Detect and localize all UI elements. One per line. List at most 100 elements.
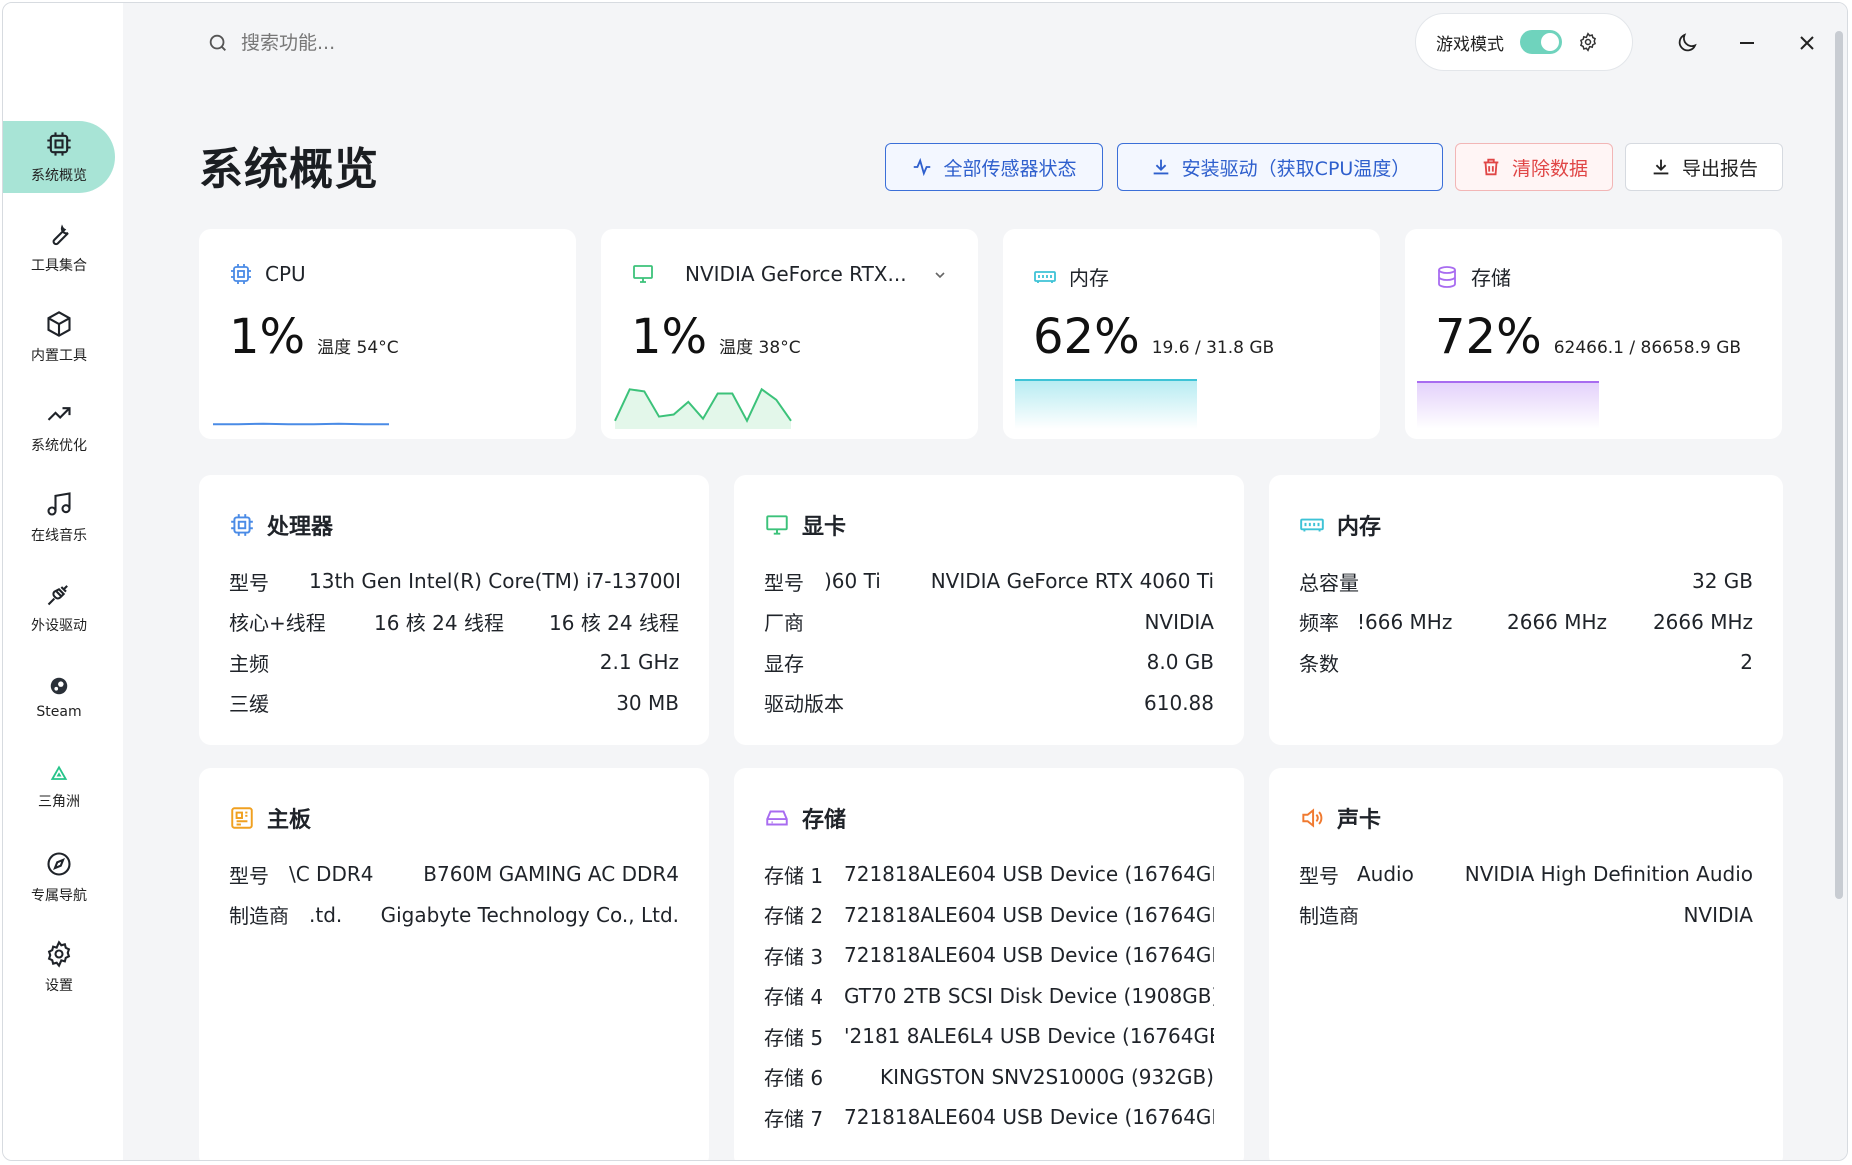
clear-data-button[interactable]: 清除数据 [1455, 143, 1613, 191]
gpu-stat-card: NVIDIA GeForce RTX... 1% 温度 38°C [601, 229, 978, 439]
info-row: 存储 3 721818ALE604 USB Device (16764GB) [764, 935, 1214, 976]
info-value: NVIDIA [1683, 902, 1753, 927]
info-value: )60 Ti [824, 569, 881, 594]
sidebar-item-builtin[interactable]: 内置工具 [3, 301, 115, 373]
download-icon [1653, 159, 1669, 175]
memory-stat-title: 内存 [1069, 266, 1109, 290]
game-mode-toggle[interactable] [1520, 30, 1562, 54]
sidebar-item-navigation[interactable]: 专属导航 [3, 841, 115, 913]
steam-icon [50, 677, 68, 694]
storage-usage-detail: 62466.1 / 86658.9 GB [1553, 338, 1742, 358]
sidebar-item-delta[interactable]: 三角洲 [3, 751, 115, 823]
trend-up-icon [47, 406, 71, 421]
info-value: KINGSTON SNV2S1000G (932GB) [880, 1064, 1214, 1089]
processor-card-title: 处理器 [267, 515, 334, 540]
close-button[interactable] [1787, 23, 1827, 63]
info-row: 主频 2.1 GHz [229, 642, 679, 683]
info-row: 存储 5 '2181 8ALE6L4 USB Device (16764GB) [764, 1016, 1214, 1057]
gpu-stat-title: NVIDIA GeForce RTX... [685, 262, 907, 286]
info-key: 存储 2 [764, 904, 824, 929]
compass-icon [47, 851, 71, 876]
sidebar-item-label: 在线音乐 [31, 527, 87, 544]
processor-card: 处理器 型号 13th Gen Intel(R) Core(TM) i7-1370… [199, 475, 709, 745]
motherboard-card-title: 主板 [267, 808, 312, 833]
top-bar: 游戏模式 [123, 3, 1847, 83]
database-icon [1438, 265, 1456, 288]
cpu-usage-sparkline [213, 422, 389, 426]
sidebar-item-steam[interactable]: Steam [3, 661, 115, 733]
theme-toggle-button[interactable] [1667, 23, 1707, 63]
info-row: 存储 6 KINGSTON SNV2S1000G (932GB) [764, 1057, 1214, 1098]
info-value: 721818ALE604 USB Device (16764GB) [844, 1105, 1214, 1130]
download-icon [1153, 159, 1169, 175]
memory-card-title: 内存 [1337, 515, 1382, 540]
ram-icon [1300, 518, 1324, 532]
info-key: 存储 1 [764, 863, 824, 888]
sidebar-item-label: 系统优化 [31, 437, 87, 454]
gpu-temperature: 温度 38°C [719, 338, 801, 358]
wrench-icon [52, 223, 69, 245]
gpu-select-chevron-down-icon[interactable] [932, 267, 948, 283]
minimize-button[interactable] [1727, 23, 1767, 63]
info-key: 型号 [1299, 863, 1339, 888]
monitor-icon [766, 515, 788, 535]
gpu-info-list: 型号)60 Ti NVIDIA GeForce RTX 4060 Ti 厂商 NVI… [764, 561, 1214, 723]
sidebar-item-settings[interactable]: 设置 [3, 931, 115, 1003]
info-value: 30 MB [616, 690, 679, 715]
info-value: Gigabyte Technology Co., Ltd. [380, 902, 679, 927]
info-value: 2666 MHz [1507, 609, 1608, 634]
music-icon [47, 491, 71, 516]
info-value: 2.1 GHz [599, 650, 679, 675]
sound-card-title: 声卡 [1337, 808, 1382, 833]
speaker-icon [1302, 808, 1323, 828]
export-report-button[interactable]: 导出报告 [1625, 143, 1783, 191]
memory-stat-card: 内存 62% 19.6 / 31.8 GB [1003, 229, 1380, 439]
storage-stat-card: 存储 72% 62466.1 / 86658.9 GB [1405, 229, 1782, 439]
sidebar-item-overview[interactable]: 系统概览 [3, 121, 115, 193]
sidebar-item-label: 设置 [45, 977, 73, 994]
sound-info-list: 型号 Audio NVIDIA High Definition Audio 制造商 N… [1299, 854, 1753, 935]
info-row: 总容量 32 GB [1299, 561, 1753, 602]
storage-usage-value: 72% [1435, 309, 1542, 365]
storage-card-title: 存储 [802, 808, 847, 833]
info-value: GT70 2TB SCSI Disk Device (1908GB) [844, 983, 1214, 1008]
sidebar-item-tools[interactable]: 工具集合 [3, 211, 115, 283]
info-value: 2 [1740, 650, 1753, 675]
processor-info-list: 型号 13th Gen Intel(R) Core(TM) i7-13700F 核… [229, 561, 679, 723]
info-value: 16 核 24 线程 [549, 611, 679, 636]
gpu-card-title: 显卡 [802, 515, 847, 540]
motherboard-card: 主板 型号 \C DDR4 B760M GAMING AC DDR4 制造商 .td.… [199, 768, 709, 1160]
memory-card: 内存 总容量 32 GB 频率 !666 MHz 2666 MHz 2666 MHz 条… [1269, 475, 1783, 745]
info-key: 制造商 [229, 904, 289, 929]
plug-icon [47, 584, 68, 605]
install-driver-button[interactable]: 安装驱动（获取CPU温度） [1117, 143, 1443, 191]
info-row: 核心+线程 16 核 24 线程 16 核 24 线程 [229, 602, 679, 643]
all-sensors-button[interactable]: 全部传感器状态 [885, 143, 1103, 191]
info-value: Audio [1357, 862, 1414, 887]
info-row: 型号 13th Gen Intel(R) Core(TM) i7-13700F [229, 561, 679, 602]
info-value: !666 MHz [1357, 609, 1453, 634]
info-row: 制造商 NVIDIA [1299, 895, 1753, 936]
monitor-icon [633, 265, 653, 283]
all-sensors-label: 全部传感器状态 [943, 157, 1077, 180]
scrollbar[interactable] [1835, 31, 1843, 899]
info-value: 32 GB [1691, 569, 1753, 594]
close-icon [1800, 36, 1814, 50]
clear-data-label: 清除数据 [1511, 157, 1588, 180]
export-report-label: 导出报告 [1681, 157, 1758, 180]
sidebar-item-drivers[interactable]: 外设驱动 [3, 571, 115, 643]
info-key: 三缓 [229, 692, 269, 717]
info-value: 8.0 GB [1146, 650, 1214, 675]
info-key: 驱动版本 [764, 692, 844, 717]
info-value: NVIDIA [1144, 609, 1214, 634]
storage-stat-title: 存储 [1471, 266, 1511, 290]
game-mode-settings-button[interactable] [1578, 32, 1598, 52]
gpu-usage-sparkline [614, 387, 792, 429]
storage-usage-area [1417, 381, 1599, 429]
cpu-usage-value: 1% [229, 309, 306, 365]
sidebar-item-optimize[interactable]: 系统优化 [3, 391, 115, 463]
motherboard-icon [231, 807, 253, 829]
info-value: 16 核 24 线程 [374, 611, 504, 636]
search-input[interactable] [241, 32, 601, 54]
sidebar-item-music[interactable]: 在线音乐 [3, 481, 115, 553]
